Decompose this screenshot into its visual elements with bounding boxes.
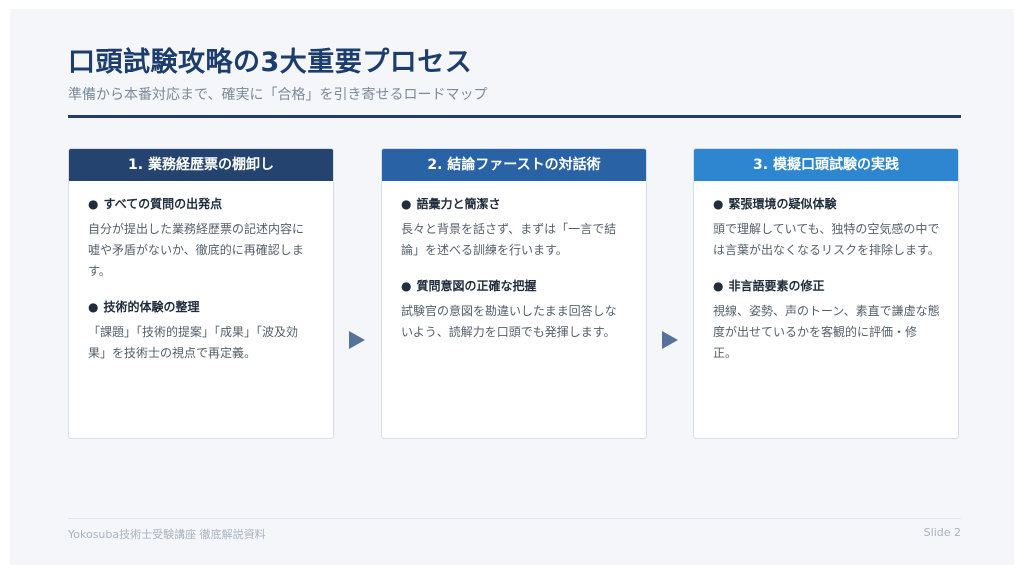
item-heading-text: 技術的体験の整理 <box>103 300 200 314</box>
process-card-3: 3. 模擬口頭試験の実践 ● 緊張環境の疑似体験 頭で理解していても、独特の空気感… <box>693 148 959 439</box>
bullet-icon: ● <box>88 300 99 314</box>
card-header: 3. 模擬口頭試験の実践 <box>694 149 958 181</box>
card-header: 1. 業務経歴票の棚卸し <box>69 149 333 181</box>
footer-source: Yokosuba技術士受験講座 徹底解説資料 <box>68 528 266 541</box>
next-arrow-icon <box>662 331 678 349</box>
card-body: ● 緊張環境の疑似体験 頭で理解していても、独特の空気感の中では言葉が出なくなるリ… <box>694 181 958 364</box>
bullet-icon: ● <box>713 197 724 211</box>
item-heading: ● 技術的体験の整理 <box>88 297 315 317</box>
page-subtitle: 準備から本番対応まで、確実に「合格」を引き寄せるロードマップ <box>68 87 488 103</box>
list-item: ● 技術的体験の整理 「課題」「技術的提案」「成果」「波及効果」を技術士の視点で再… <box>88 297 315 364</box>
item-heading-text: 語彙力と簡潔さ <box>416 197 501 211</box>
item-text: 長々と背景を話さず、まずは「一言で結論」を述べる訓練を行います。 <box>401 222 617 257</box>
page-title: 口頭試験攻略の3大重要プロセス <box>68 47 473 78</box>
bullet-icon: ● <box>88 197 99 211</box>
next-arrow-icon <box>349 331 365 349</box>
process-card-1: 1. 業務経歴票の棚卸し ● すべての質問の出発点 自分が提出した業務経歴票の記述… <box>68 148 334 439</box>
list-item: ● 緊張環境の疑似体験 頭で理解していても、独特の空気感の中では言葉が出なくなるリ… <box>713 194 940 261</box>
slide: 口頭試験攻略の3大重要プロセス 準備から本番対応まで、確実に「合格」を引き寄せる… <box>10 9 1014 565</box>
list-item: ● 質問意図の正確な把握 試験官の意図を勘違いしたまま回答しないよう、読解力を口頭… <box>401 276 628 343</box>
footer-divider <box>68 518 961 519</box>
card-header: 2. 結論ファーストの対話術 <box>382 149 646 181</box>
slide-number: Slide 2 <box>923 526 961 539</box>
item-heading: ● 語彙力と簡潔さ <box>401 194 628 214</box>
card-body: ● すべての質問の出発点 自分が提出した業務経歴票の記述内容に嘘や矛盾がないか、徹… <box>69 181 333 364</box>
item-heading-text: すべての質問の出発点 <box>103 197 223 211</box>
bullet-icon: ● <box>401 197 412 211</box>
title-divider <box>68 115 961 118</box>
item-heading: ● 質問意図の正確な把握 <box>401 276 628 296</box>
card-body: ● 語彙力と簡潔さ 長々と背景を話さず、まずは「一言で結論」を述べる訓練を行います… <box>382 181 646 343</box>
item-text: 試験官の意図を勘違いしたまま回答しないよう、読解力を口頭でも発揮します。 <box>401 304 617 339</box>
item-text: 頭で理解していても、独特の空気感の中では言葉が出なくなるリスクを排除します。 <box>713 222 940 257</box>
list-item: ● 非言語要素の修正 視線、姿勢、声のトーン、素直で謙虚な態度が出せているかを客観… <box>713 276 940 364</box>
item-heading-text: 非言語要素の修正 <box>728 279 825 293</box>
item-heading-text: 緊張環境の疑似体験 <box>728 197 837 211</box>
item-heading: ● すべての質問の出発点 <box>88 194 315 214</box>
item-text: 視線、姿勢、声のトーン、素直で謙虚な態度が出せているかを客観的に評価・修正。 <box>713 304 940 360</box>
process-card-2: 2. 結論ファーストの対話術 ● 語彙力と簡潔さ 長々と背景を話さず、まずは「一言… <box>381 148 647 439</box>
item-heading: ● 非言語要素の修正 <box>713 276 940 296</box>
list-item: ● すべての質問の出発点 自分が提出した業務経歴票の記述内容に嘘や矛盾がないか、徹… <box>88 194 315 282</box>
item-heading-text: 質問意図の正確な把握 <box>416 279 537 293</box>
list-item: ● 語彙力と簡潔さ 長々と背景を話さず、まずは「一言で結論」を述べる訓練を行います… <box>401 194 628 261</box>
item-heading: ● 緊張環境の疑似体験 <box>713 194 940 214</box>
item-text: 自分が提出した業務経歴票の記述内容に嘘や矛盾がないか、徹底的に再確認します。 <box>88 222 305 278</box>
item-text: 「課題」「技術的提案」「成果」「波及効果」を技術士の視点で再定義。 <box>88 325 299 360</box>
bullet-icon: ● <box>713 279 724 293</box>
bullet-icon: ● <box>401 279 412 293</box>
